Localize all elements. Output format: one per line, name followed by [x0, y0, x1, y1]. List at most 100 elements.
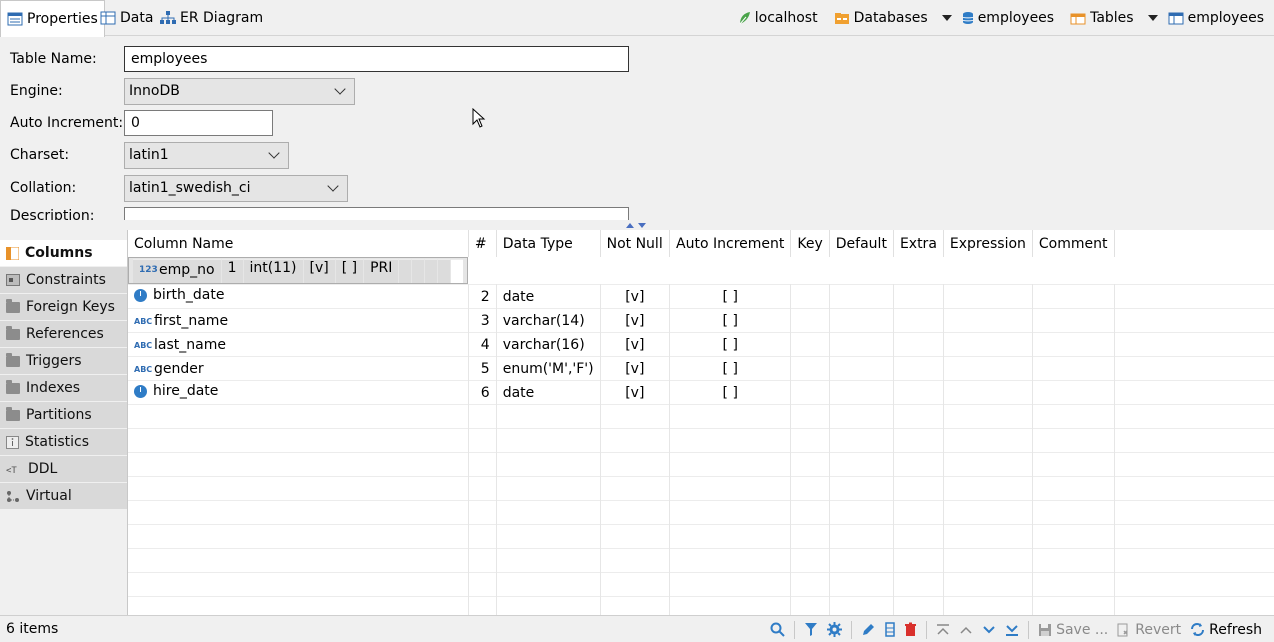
- header-key[interactable]: Key: [790, 230, 830, 257]
- move-down-icon[interactable]: [982, 623, 996, 637]
- cell-key[interactable]: [790, 380, 830, 405]
- cell-column-name[interactable]: ABC gender: [128, 356, 469, 381]
- cell-auto-increment[interactable]: [ ]: [335, 258, 365, 283]
- cell-data-type[interactable]: enum('M','F'): [496, 356, 601, 381]
- cell-not-null[interactable]: [v]: [600, 308, 671, 333]
- cell-default[interactable]: [829, 308, 894, 333]
- cell-column-name[interactable]: hire_date: [128, 380, 469, 405]
- cell-data-type[interactable]: varchar(14): [496, 308, 601, 333]
- tab-er-diagram[interactable]: ER Diagram: [154, 0, 269, 36]
- side-tab-ddl[interactable]: <T DDL: [0, 456, 128, 483]
- cell-key[interactable]: [790, 356, 830, 381]
- cell-auto-increment[interactable]: [ ]: [669, 332, 792, 357]
- move-bottom-icon[interactable]: [1005, 623, 1019, 637]
- header-default[interactable]: Default: [829, 230, 894, 257]
- gear-icon[interactable]: [827, 622, 843, 637]
- cell-comment[interactable]: [438, 258, 452, 283]
- header-not-null[interactable]: Not Null: [600, 230, 671, 257]
- cell-number[interactable]: 4: [468, 332, 497, 357]
- side-tab-columns[interactable]: Columns: [0, 240, 128, 267]
- cell-extra[interactable]: [893, 332, 944, 357]
- header-data-type[interactable]: Data Type: [496, 230, 601, 257]
- cell-expression[interactable]: [943, 380, 1033, 405]
- table-row[interactable]: ABC gender 5 enum('M','F') [v] [ ]: [128, 356, 1274, 381]
- cell-default[interactable]: [829, 332, 894, 357]
- cell-number[interactable]: 6: [468, 380, 497, 405]
- cell-extra[interactable]: [893, 356, 944, 381]
- cell-auto-increment[interactable]: [ ]: [669, 380, 792, 405]
- breadcrumb-databases[interactable]: Databases: [834, 10, 928, 26]
- cell-number[interactable]: 3: [468, 308, 497, 333]
- delete-icon[interactable]: [904, 622, 917, 637]
- table-row[interactable]: birth_date 2 date [v] [ ]: [128, 284, 1274, 309]
- search-icon[interactable]: [770, 622, 785, 637]
- breadcrumb-tables[interactable]: Tables: [1070, 10, 1134, 26]
- side-tab-references[interactable]: References: [0, 321, 128, 348]
- cell-default[interactable]: [829, 356, 894, 381]
- splitter-arrows-icon[interactable]: [624, 221, 650, 229]
- side-tab-foreign-keys[interactable]: Foreign Keys: [0, 294, 128, 321]
- table-row[interactable]: ABC first_name 3 varchar(14) [v] [ ]: [128, 308, 1274, 333]
- header-extra[interactable]: Extra: [893, 230, 944, 257]
- side-tab-constraints[interactable]: Constraints: [0, 267, 128, 294]
- description-textarea[interactable]: [124, 207, 629, 220]
- cell-key[interactable]: [790, 308, 830, 333]
- edit-pencil-icon[interactable]: [861, 622, 876, 637]
- header-number[interactable]: #: [468, 230, 497, 257]
- cell-auto-increment[interactable]: [ ]: [669, 308, 792, 333]
- cell-comment[interactable]: [1032, 332, 1115, 357]
- breadcrumb-employees-db[interactable]: employees: [962, 10, 1054, 26]
- cell-comment[interactable]: [1032, 308, 1115, 333]
- cell-not-null[interactable]: [v]: [303, 258, 336, 283]
- cell-extra[interactable]: [412, 258, 426, 283]
- cell-default[interactable]: [829, 284, 894, 309]
- revert-button[interactable]: Revert: [1117, 622, 1181, 638]
- cell-not-null[interactable]: [v]: [600, 356, 671, 381]
- cell-extra[interactable]: [893, 380, 944, 405]
- cell-not-null[interactable]: [v]: [600, 380, 671, 405]
- header-auto-increment[interactable]: Auto Increment: [669, 230, 792, 257]
- tables-dropdown-icon[interactable]: [1147, 15, 1158, 21]
- cell-comment[interactable]: [1032, 284, 1115, 309]
- cell-not-null[interactable]: [v]: [600, 332, 671, 357]
- table-row[interactable]: 123 emp_no 1 int(11) [v] [ ] PRI: [128, 257, 469, 284]
- cell-auto-increment[interactable]: [ ]: [669, 284, 792, 309]
- cell-column-name[interactable]: ABC last_name: [128, 332, 469, 357]
- side-tab-statistics[interactable]: Statistics: [0, 429, 128, 456]
- charset-select[interactable]: latin1: [124, 141, 289, 169]
- cell-auto-increment[interactable]: [ ]: [669, 356, 792, 381]
- cell-key[interactable]: PRI: [364, 258, 400, 283]
- databases-dropdown-icon[interactable]: [941, 15, 952, 21]
- side-tab-triggers[interactable]: Triggers: [0, 348, 128, 375]
- cell-comment[interactable]: [1032, 356, 1115, 381]
- add-column-icon[interactable]: [885, 622, 895, 637]
- header-comment[interactable]: Comment: [1032, 230, 1115, 257]
- tab-properties[interactable]: Properties: [0, 0, 105, 37]
- cell-key[interactable]: [790, 284, 830, 309]
- cell-expression[interactable]: [943, 308, 1033, 333]
- cell-data-type[interactable]: date: [496, 284, 601, 309]
- cell-not-null[interactable]: [v]: [600, 284, 671, 309]
- cell-comment[interactable]: [1032, 380, 1115, 405]
- cell-number[interactable]: 5: [468, 356, 497, 381]
- tab-data[interactable]: Data: [94, 0, 159, 36]
- cell-extra[interactable]: [893, 284, 944, 309]
- cell-column-name[interactable]: 123 emp_no: [133, 258, 222, 283]
- cell-default[interactable]: [829, 380, 894, 405]
- table-row[interactable]: hire_date 6 date [v] [ ]: [128, 380, 1274, 405]
- move-up-icon[interactable]: [959, 623, 973, 637]
- engine-select[interactable]: InnoDB: [124, 77, 355, 105]
- table-row[interactable]: ABC last_name 4 varchar(16) [v] [ ]: [128, 332, 1274, 357]
- cell-expression[interactable]: [943, 332, 1033, 357]
- header-column-name[interactable]: Column Name: [128, 230, 469, 257]
- move-top-icon[interactable]: [936, 623, 950, 637]
- save-button[interactable]: Save ...: [1038, 622, 1108, 638]
- cell-number[interactable]: 1: [221, 258, 244, 283]
- cell-key[interactable]: [790, 332, 830, 357]
- cell-extra[interactable]: [893, 308, 944, 333]
- cell-column-name[interactable]: birth_date: [128, 284, 469, 309]
- cell-data-type[interactable]: int(11): [243, 258, 304, 283]
- filter-icon[interactable]: [804, 622, 818, 637]
- collation-select[interactable]: latin1_swedish_ci: [124, 174, 348, 202]
- table-name-input[interactable]: employees: [124, 46, 629, 72]
